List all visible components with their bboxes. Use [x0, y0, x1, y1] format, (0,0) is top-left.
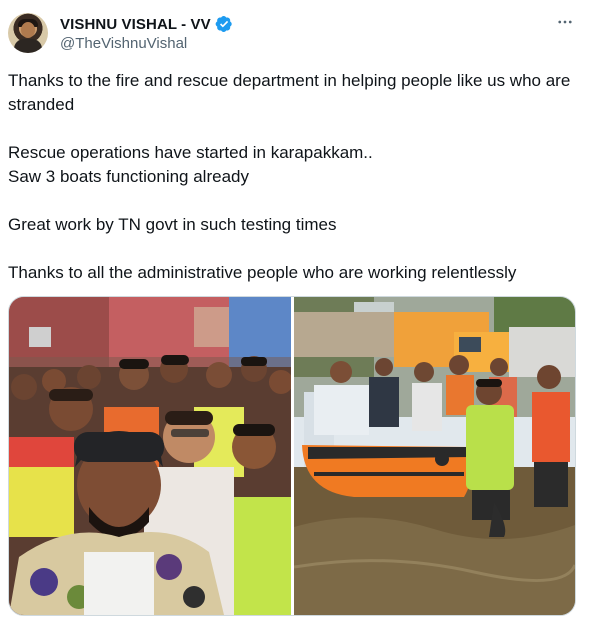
- author-display-name[interactable]: VISHNU VISHAL - VV: [60, 16, 211, 33]
- author-name-row: VISHNU VISHAL - VV: [60, 14, 233, 34]
- more-horizontal-icon[interactable]: [555, 12, 575, 32]
- tweet-paragraph: Saw 3 boats functioning already: [8, 167, 249, 186]
- tweet-paragraph: Thanks to the fire and rescue department…: [8, 71, 571, 114]
- tweet-paragraph: Great work by TN govt in such testing ti…: [8, 215, 337, 234]
- verified-badge-icon[interactable]: [215, 15, 233, 33]
- tweet-card: VISHNU VISHAL - VV @TheVishnuVishal Than…: [0, 0, 596, 619]
- tweet-text: Thanks to the fire and rescue department…: [8, 69, 578, 285]
- media-grid: [8, 296, 576, 616]
- avatar-body: [14, 39, 42, 53]
- group-selfie-photo[interactable]: [9, 297, 291, 615]
- tweet-paragraph: Rescue operations have started in karapa…: [8, 143, 373, 162]
- tweet-paragraph: Thanks to all the administrative people …: [8, 263, 517, 282]
- avatar-face: [21, 22, 35, 38]
- avatar[interactable]: [8, 13, 48, 53]
- author-handle[interactable]: @TheVishnuVishal: [60, 35, 187, 52]
- rescue-boat-photo[interactable]: [294, 297, 575, 615]
